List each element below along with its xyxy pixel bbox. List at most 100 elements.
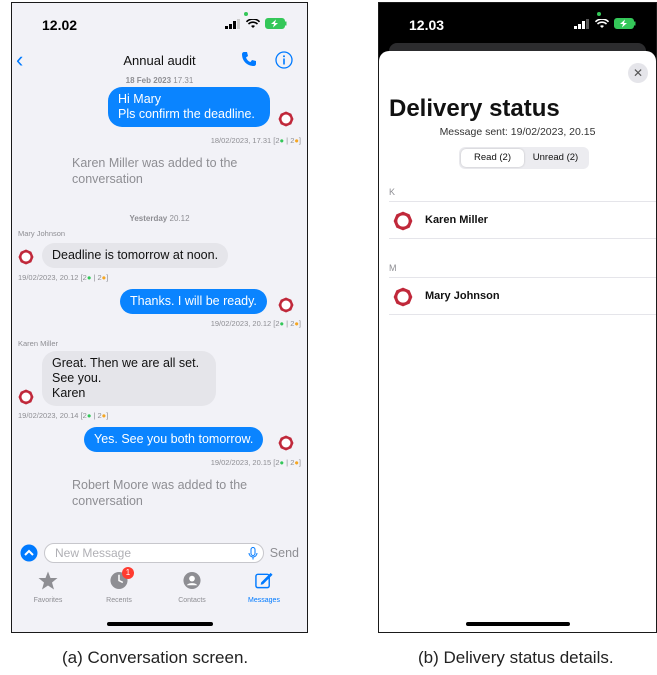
incoming-message[interactable]: Deadline is tomorrow at noon. xyxy=(42,243,229,268)
person-circle-icon xyxy=(183,571,201,590)
status-icons xyxy=(225,18,287,29)
receipt-text: ] xyxy=(106,273,109,282)
battery-charging-icon xyxy=(265,18,287,29)
date-header-time: 20.12 xyxy=(169,214,190,223)
outgoing-message[interactable]: Thanks. I will be ready. xyxy=(120,289,267,314)
message-line: Hi Mary xyxy=(118,92,162,106)
segment-unread[interactable]: Unread (2) xyxy=(524,149,587,167)
message-sent-subtitle: Message sent: 19/02/2023, 20.15 xyxy=(439,126,596,138)
status-bar: 12.02 xyxy=(12,3,307,43)
recipient-name: Mary Johnson xyxy=(425,290,500,302)
recipient-name: Karen Miller xyxy=(425,214,488,226)
send-button[interactable]: Send xyxy=(270,546,299,560)
tab-label: Favorites xyxy=(33,597,63,604)
message-receipt: 19/02/2023, 20.12 [2● | 2●] xyxy=(18,273,108,282)
star-icon xyxy=(38,571,58,590)
home-indicator[interactable] xyxy=(465,622,570,626)
receipt-text: ] xyxy=(298,319,301,328)
tab-label: Messages xyxy=(248,597,280,604)
system-message: Robert Moore was added to the conversati… xyxy=(72,478,248,508)
avatar-logo-icon xyxy=(278,435,294,451)
message-input[interactable]: New Message xyxy=(44,543,264,563)
tab-favorites[interactable]: Favorites xyxy=(18,571,78,604)
avatar-logo-icon xyxy=(393,211,413,231)
date-header-time: 17.31 xyxy=(173,76,194,85)
home-indicator[interactable] xyxy=(106,622,213,626)
conversation-screen: 12.02 ‹ Annual audit 18 Feb 2023 17.31 H… xyxy=(11,2,308,633)
message-timestamp: 19/02/2023, 20.12 xyxy=(210,319,272,328)
compose-icon xyxy=(255,572,273,589)
date-header: Yesterday 20.12 xyxy=(12,214,307,223)
figure-caption-b: (b) Delivery status details. xyxy=(418,648,614,667)
system-message: Karen Miller was added to the conversati… xyxy=(72,156,238,186)
privacy-dot xyxy=(597,12,601,16)
wifi-icon xyxy=(246,18,260,28)
avatar-logo-icon xyxy=(18,389,34,405)
tab-messages[interactable]: Messages xyxy=(234,571,294,604)
tab-label: Recents xyxy=(106,597,132,604)
message-receipt: 18/02/2023, 17.31 [2● | 2●] xyxy=(211,136,301,145)
receipt-text: ] xyxy=(106,411,109,420)
tab-recents[interactable]: 1 Recents xyxy=(89,567,149,604)
date-header: 18 Feb 2023 17.31 xyxy=(12,76,307,85)
outgoing-message[interactable]: Hi Mary Pls confirm the deadline. xyxy=(108,87,270,127)
avatar-logo-icon xyxy=(278,297,294,313)
eye-icon: ● xyxy=(279,319,285,328)
message-timestamp: 19/02/2023, 20.14 xyxy=(18,411,79,420)
message-line: Karen xyxy=(52,386,86,400)
compose-bar: New Message Send xyxy=(12,541,307,565)
recipient-row[interactable]: Karen Miller xyxy=(389,201,656,239)
avatar-logo-icon xyxy=(393,287,413,307)
signal-icon xyxy=(225,18,240,29)
sender-name: Mary Johnson xyxy=(18,229,66,238)
message-line: Pls confirm the deadline. xyxy=(118,107,255,121)
wifi-icon xyxy=(595,18,609,28)
status-icons xyxy=(574,18,636,29)
section-header: K xyxy=(389,187,396,197)
expand-up-icon[interactable] xyxy=(20,544,38,562)
close-icon[interactable]: ✕ xyxy=(628,63,648,83)
microphone-icon[interactable] xyxy=(248,547,258,560)
receipt-text: | 2 xyxy=(93,273,102,282)
sender-name: Karen Miller xyxy=(18,339,59,348)
status-bar: 12.03 xyxy=(379,3,656,43)
delivery-status-screen: 12.03 ✕ Delivery status Message sent: 19… xyxy=(378,2,657,633)
date-header-day: Yesterday xyxy=(129,214,168,223)
phone-call-icon[interactable] xyxy=(241,51,257,72)
receipt-text: ] xyxy=(298,458,301,467)
conversation-title: Annual audit xyxy=(123,53,196,68)
badge: 1 xyxy=(122,567,134,579)
nav-bar: ‹ Annual audit xyxy=(12,47,307,77)
message-timestamp: 19/02/2023, 20.12 xyxy=(18,273,79,282)
eye-icon: ● xyxy=(279,458,285,467)
message-timestamp: 18/02/2023, 17.31 xyxy=(210,136,272,145)
incoming-message[interactable]: Great. Then we are all set. See you. Kar… xyxy=(42,351,216,406)
page-title: Delivery status xyxy=(389,95,560,122)
message-line: See you. xyxy=(52,371,102,385)
message-timestamp: 19/02/2023, 20.15 xyxy=(210,458,272,467)
eye-icon: ● xyxy=(86,273,92,282)
outgoing-message[interactable]: Yes. See you both tomorrow. xyxy=(84,427,264,452)
avatar-logo-icon xyxy=(18,249,34,265)
read-unread-segmented-control: Read (2) Unread (2) xyxy=(459,147,589,169)
battery-charging-icon xyxy=(614,18,636,29)
recipient-row[interactable]: Mary Johnson xyxy=(389,277,656,315)
status-time: 12.02 xyxy=(42,17,78,33)
privacy-dot xyxy=(244,12,248,16)
tab-bar: Favorites 1 Recents Contacts Messages xyxy=(12,567,307,615)
segment-read[interactable]: Read (2) xyxy=(461,149,524,167)
avatar-logo-icon xyxy=(278,111,294,127)
message-receipt: 19/02/2023, 20.15 [2● | 2●] xyxy=(211,458,301,467)
message-receipt: 19/02/2023, 20.12 [2● | 2●] xyxy=(211,319,301,328)
tab-label: Contacts xyxy=(178,597,206,604)
eye-icon: ● xyxy=(279,136,285,145)
signal-icon xyxy=(574,18,589,29)
tab-contacts[interactable]: Contacts xyxy=(162,571,222,604)
info-icon[interactable] xyxy=(275,51,293,74)
receipt-text: | 2 xyxy=(93,411,102,420)
delivery-sheet: ✕ Delivery status Message sent: 19/02/20… xyxy=(379,51,656,632)
receipt-text: ] xyxy=(298,136,301,145)
status-time: 12.03 xyxy=(409,17,445,33)
eye-icon: ● xyxy=(86,411,92,420)
figure-caption-a: (a) Conversation screen. xyxy=(62,648,249,667)
